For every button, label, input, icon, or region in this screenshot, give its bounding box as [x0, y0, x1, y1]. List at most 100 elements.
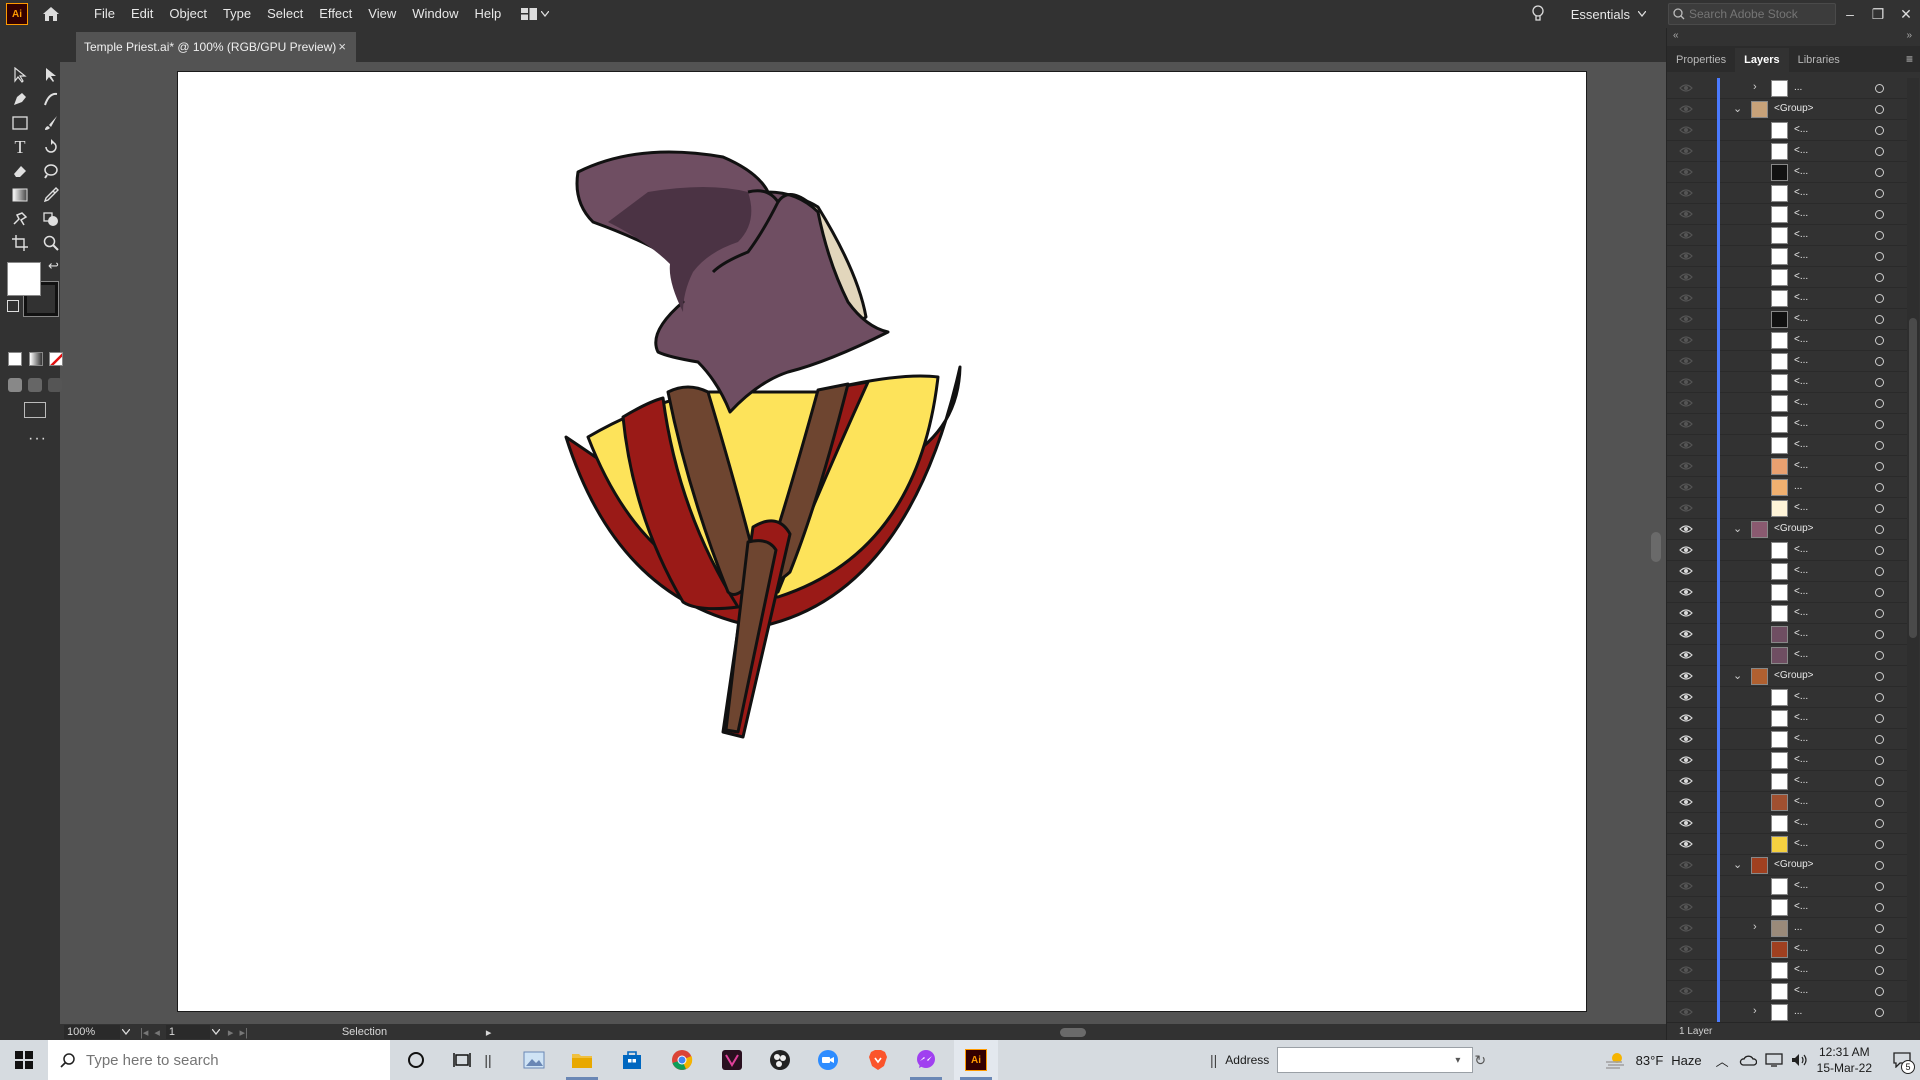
layer-row[interactable]: <... [1667, 624, 1907, 645]
onedrive-cloud-icon[interactable] [1739, 1054, 1757, 1066]
layer-name[interactable]: <... [1794, 271, 1808, 282]
visibility-eye-icon[interactable] [1679, 377, 1693, 387]
target-circle-icon[interactable] [1875, 819, 1884, 828]
address-input[interactable] [1277, 1047, 1474, 1073]
target-circle-icon[interactable] [1875, 546, 1884, 555]
visibility-eye-icon[interactable] [1679, 251, 1693, 261]
panel-menu-icon[interactable]: ≡ [1906, 52, 1913, 66]
layer-name[interactable]: <... [1794, 124, 1808, 135]
visibility-eye-icon[interactable] [1679, 818, 1693, 828]
visibility-eye-icon[interactable] [1679, 314, 1693, 324]
target-circle-icon[interactable] [1875, 609, 1884, 618]
layer-row[interactable]: ›... [1667, 78, 1907, 99]
target-circle-icon[interactable] [1875, 903, 1884, 912]
shape-builder-tool[interactable] [40, 208, 62, 230]
rectangle-tool[interactable] [9, 112, 31, 134]
target-circle-icon[interactable] [1875, 168, 1884, 177]
layer-row[interactable]: <... [1667, 183, 1907, 204]
visibility-eye-icon[interactable] [1679, 398, 1693, 408]
target-circle-icon[interactable] [1875, 357, 1884, 366]
layer-name[interactable]: <... [1794, 880, 1808, 891]
temple-priest-artwork[interactable] [178, 72, 1588, 1013]
layer-row[interactable]: <... [1667, 246, 1907, 267]
target-circle-icon[interactable] [1875, 1008, 1884, 1017]
canvas-horizontal-scroll-thumb[interactable] [1060, 1028, 1086, 1037]
layer-name[interactable]: <... [1794, 334, 1808, 345]
target-circle-icon[interactable] [1875, 945, 1884, 954]
visibility-eye-icon[interactable] [1679, 671, 1693, 681]
layer-row[interactable]: <... [1667, 750, 1907, 771]
layer-row[interactable]: <... [1667, 708, 1907, 729]
tab-libraries[interactable]: Libraries [1789, 48, 1849, 72]
visibility-eye-icon[interactable] [1679, 209, 1693, 219]
visibility-eye-icon[interactable] [1679, 545, 1693, 555]
tab-properties[interactable]: Properties [1667, 48, 1735, 72]
layer-name[interactable]: <... [1794, 292, 1808, 303]
target-circle-icon[interactable] [1875, 105, 1884, 114]
menu-select[interactable]: Select [259, 0, 311, 28]
layer-name[interactable]: <... [1794, 418, 1808, 429]
layer-name[interactable]: <... [1794, 586, 1808, 597]
obs-button[interactable] [758, 1040, 802, 1080]
none-mode-button[interactable] [49, 352, 63, 366]
layer-name[interactable]: <... [1794, 901, 1808, 912]
target-circle-icon[interactable] [1875, 483, 1884, 492]
target-circle-icon[interactable] [1875, 399, 1884, 408]
layer-row[interactable]: <... [1667, 939, 1907, 960]
gradient-tool[interactable] [9, 184, 31, 206]
eyedropper-tool[interactable] [40, 184, 62, 206]
chevron-down-icon[interactable] [211, 1029, 220, 1035]
eraser-tool[interactable] [9, 160, 31, 182]
target-circle-icon[interactable] [1875, 273, 1884, 282]
layer-name[interactable]: <... [1794, 628, 1808, 639]
layer-row[interactable]: ›... [1667, 918, 1907, 939]
target-circle-icon[interactable] [1875, 84, 1884, 93]
layer-name[interactable]: <... [1794, 502, 1808, 513]
layer-name[interactable]: <... [1794, 733, 1808, 744]
layer-row[interactable]: <... [1667, 288, 1907, 309]
layer-name[interactable]: <... [1794, 712, 1808, 723]
document-tab[interactable]: Temple Priest.ai* @ 100% (RGB/GPU Previe… [76, 32, 356, 62]
visibility-eye-icon[interactable] [1679, 461, 1693, 471]
layer-name[interactable]: <... [1794, 817, 1808, 828]
visibility-eye-icon[interactable] [1679, 734, 1693, 744]
visibility-eye-icon[interactable] [1679, 902, 1693, 912]
visibility-eye-icon[interactable] [1679, 965, 1693, 975]
layer-row[interactable]: <... [1667, 162, 1907, 183]
weather-condition[interactable]: Haze [1671, 1053, 1701, 1068]
layer-name[interactable]: ... [1794, 1006, 1802, 1017]
visibility-eye-icon[interactable] [1679, 839, 1693, 849]
layer-row[interactable]: <... [1667, 771, 1907, 792]
brave-browser-button[interactable] [856, 1040, 900, 1080]
visibility-eye-icon[interactable] [1679, 125, 1693, 135]
layer-name[interactable]: <... [1794, 985, 1808, 996]
gradient-mode-button[interactable] [29, 352, 43, 366]
curvature-tool[interactable] [40, 88, 62, 110]
next-artboard-icon[interactable]: ▸ [228, 1026, 234, 1039]
visibility-eye-icon[interactable] [1679, 881, 1693, 891]
layer-row[interactable]: <... [1667, 498, 1907, 519]
first-artboard-icon[interactable]: |◂ [140, 1026, 148, 1039]
layer-name[interactable]: <... [1794, 229, 1808, 240]
layer-row[interactable]: <... [1667, 897, 1907, 918]
visibility-eye-icon[interactable] [1679, 713, 1693, 723]
zoom-app-button[interactable] [806, 1040, 850, 1080]
layer-name[interactable]: <... [1794, 145, 1808, 156]
target-circle-icon[interactable] [1875, 588, 1884, 597]
target-circle-icon[interactable] [1875, 735, 1884, 744]
layer-name[interactable]: ... [1794, 481, 1802, 492]
layer-name[interactable]: <... [1794, 565, 1808, 576]
layer-row[interactable]: <... [1667, 414, 1907, 435]
layer-row[interactable]: <... [1667, 603, 1907, 624]
layer-name[interactable]: <Group> [1774, 103, 1813, 114]
layer-row[interactable]: <... [1667, 267, 1907, 288]
target-circle-icon[interactable] [1875, 441, 1884, 450]
collapse-chevron-icon[interactable]: ⌄ [1733, 669, 1742, 682]
layer-name[interactable]: <... [1794, 397, 1808, 408]
visibility-eye-icon[interactable] [1679, 986, 1693, 996]
layer-row[interactable]: <... [1667, 540, 1907, 561]
layer-name[interactable]: <... [1794, 691, 1808, 702]
layer-row-group[interactable]: ⌄ <Group> [1667, 519, 1907, 540]
canvas-vertical-scrollbar[interactable] [1650, 62, 1664, 1022]
layer-name[interactable]: <Group> [1774, 670, 1813, 681]
